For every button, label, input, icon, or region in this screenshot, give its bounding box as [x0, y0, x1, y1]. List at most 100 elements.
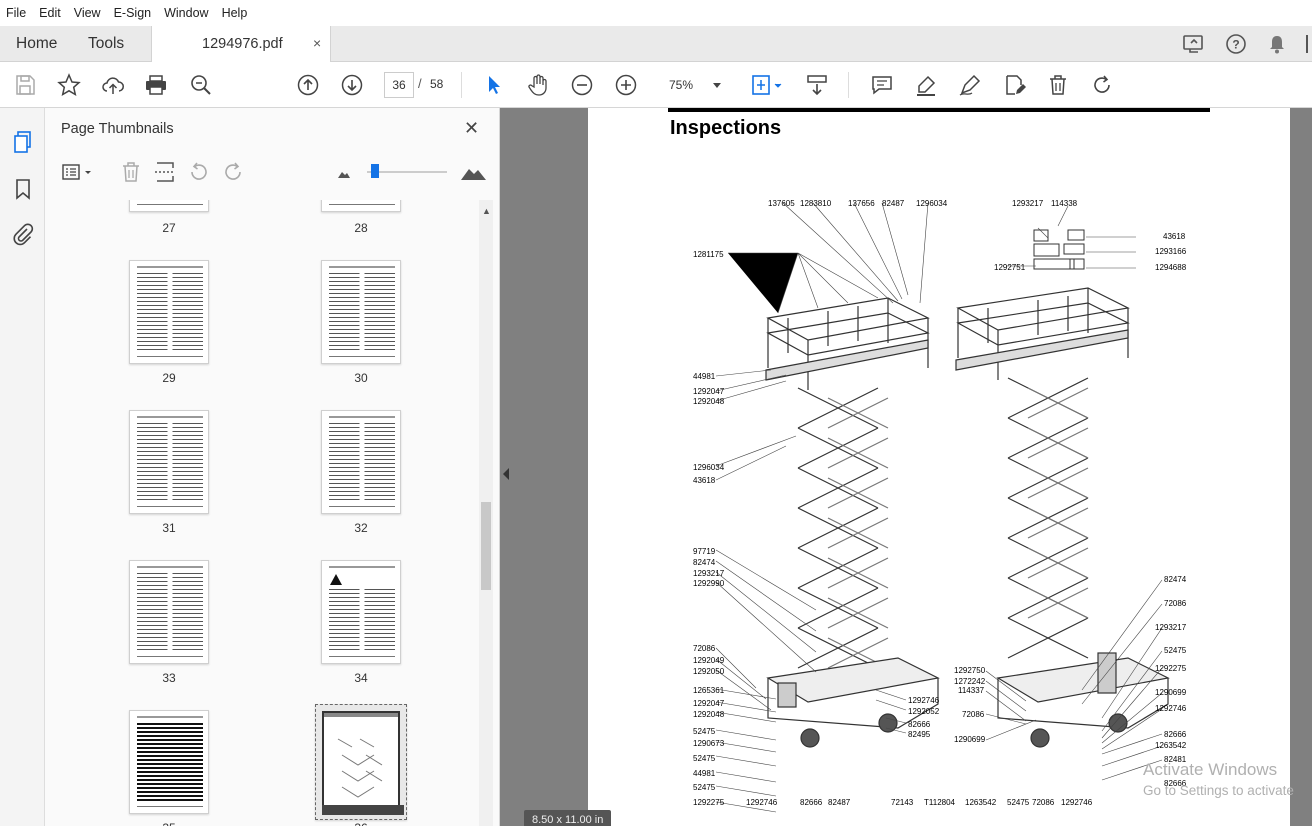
print-icon[interactable]	[144, 73, 168, 97]
thumbnail-scrollbar[interactable]: ▲	[479, 200, 493, 826]
page-heading: Inspections	[670, 117, 782, 139]
callout-label: 1293217	[693, 569, 725, 578]
document-tab-title: 1294976.pdf	[202, 36, 283, 52]
menu-window[interactable]: Window	[164, 6, 208, 20]
scrollbar-thumb[interactable]	[481, 502, 491, 590]
menu-view[interactable]: View	[74, 6, 101, 20]
sign-pen-icon[interactable]	[958, 73, 982, 97]
callout-label: 114338	[1051, 199, 1078, 208]
tab-tools[interactable]: Tools	[88, 35, 124, 53]
tab-document[interactable]: 1294976.pdf ×	[151, 26, 331, 63]
callout-label: 1292047	[693, 699, 725, 708]
tab-bar: Home Tools 1294976.pdf × ?	[0, 26, 1312, 63]
insert-page-icon[interactable]	[153, 160, 177, 184]
options-menu-icon[interactable]	[61, 160, 95, 184]
callout-label: 1292750	[954, 666, 986, 675]
help-icon[interactable]: ?	[1225, 33, 1247, 60]
page-thumbnail[interactable]	[321, 560, 401, 664]
zoom-search-icon[interactable]	[189, 73, 213, 97]
page-separator: /	[418, 76, 422, 91]
callout-label: 137656	[848, 199, 875, 208]
callout-label: 44981	[693, 372, 716, 381]
callout-label: 1293217	[1155, 623, 1187, 632]
previous-page-icon[interactable]	[296, 73, 320, 97]
rotate-right-icon[interactable]	[221, 160, 245, 184]
delete-trash-icon[interactable]	[1046, 73, 1070, 97]
current-page-input[interactable]: 36	[384, 72, 414, 98]
notifications-bell-icon[interactable]	[1267, 33, 1287, 60]
fit-page-icon[interactable]	[750, 73, 784, 97]
upload-cloud-icon[interactable]	[101, 73, 125, 97]
menu-edit[interactable]: Edit	[39, 6, 61, 20]
zoom-out-icon[interactable]	[570, 73, 594, 97]
close-panel-icon[interactable]: ✕	[464, 118, 479, 139]
callout-label: 52475	[693, 783, 716, 792]
scissor-lift-diagram: 137605 1283810 137656 82487 1296034 1293…	[693, 199, 1187, 813]
thumbnail-list: 27 28 29 30 31 32 33 34 35	[45, 200, 479, 826]
callout-label: 1292050	[693, 667, 725, 676]
page-thumbnail[interactable]	[129, 200, 209, 212]
page-thumbnail[interactable]	[129, 260, 209, 364]
zoom-level-select[interactable]: 75%	[663, 73, 727, 97]
bookmarks-icon[interactable]	[11, 177, 35, 201]
callout-label: 82487	[882, 199, 905, 208]
toolbar-divider	[461, 72, 462, 98]
large-thumbnails-icon[interactable]	[459, 160, 487, 184]
select-cursor-icon[interactable]	[482, 73, 506, 97]
page-thumbnail[interactable]	[129, 560, 209, 664]
scroll-mode-icon[interactable]	[805, 73, 829, 97]
callout-label: 43618	[693, 476, 716, 485]
document-view[interactable]: Inspections 137605 1283810 137656 82487 …	[500, 108, 1312, 826]
callout-label: 1292275	[1155, 664, 1187, 673]
highlight-pen-icon[interactable]	[914, 73, 938, 97]
page-thumbnail[interactable]	[321, 410, 401, 514]
thumbnail-size-slider[interactable]	[367, 160, 449, 184]
edit-document-icon[interactable]	[1002, 73, 1026, 97]
toolbar-divider	[848, 72, 849, 98]
thumbnail-page-number: 33	[162, 671, 176, 685]
callout-label: 82495	[908, 730, 931, 739]
page-thumbnail[interactable]	[129, 710, 209, 814]
thumbnail-toolbar	[45, 154, 500, 190]
callout-label: 72086	[1164, 599, 1187, 608]
callout-label: 1292746	[1155, 704, 1187, 713]
thumbnail-page-number: 32	[354, 521, 368, 535]
menu-help[interactable]: Help	[222, 6, 248, 20]
close-tab-icon[interactable]: ×	[313, 35, 321, 51]
comment-icon[interactable]	[870, 73, 894, 97]
page-thumbnail[interactable]	[129, 410, 209, 514]
delete-page-icon[interactable]	[119, 160, 143, 184]
thumbnail-page-number: 31	[162, 521, 176, 535]
thumbnail-page-number: 34	[354, 671, 368, 685]
thumbnail-page-number: 29	[162, 371, 176, 385]
hand-tool-icon[interactable]	[526, 73, 550, 97]
navigation-rail	[0, 108, 45, 826]
rotate-icon[interactable]	[1090, 73, 1114, 97]
scroll-up-icon[interactable]: ▲	[482, 206, 491, 216]
callout-label: 72143	[891, 798, 914, 807]
menu-file[interactable]: File	[6, 6, 26, 20]
thumbnail-page-number: 27	[162, 221, 176, 235]
page-size-indicator: 8.50 x 11.00 in	[524, 810, 612, 826]
page-thumbnail[interactable]	[321, 260, 401, 364]
collapse-panel-icon[interactable]	[503, 468, 509, 480]
rotate-left-icon[interactable]	[187, 160, 211, 184]
share-screen-icon[interactable]	[1182, 33, 1206, 60]
account-icon[interactable]	[1304, 35, 1312, 58]
small-thumbnails-icon[interactable]	[333, 160, 357, 184]
callout-label: 1283810	[800, 199, 832, 208]
page-thumbnail-selected[interactable]	[315, 704, 407, 820]
callout-label: 82666	[1164, 730, 1187, 739]
menu-esign[interactable]: E-Sign	[114, 6, 152, 20]
page-thumbnails-icon[interactable]	[11, 130, 35, 154]
attachments-paperclip-icon[interactable]	[11, 222, 35, 246]
page-thumbnail[interactable]	[321, 200, 401, 212]
tab-home[interactable]: Home	[16, 35, 57, 53]
zoom-in-icon[interactable]	[614, 73, 638, 97]
callout-label: 82666	[908, 720, 931, 729]
callout-label: 1292751	[994, 263, 1026, 272]
save-icon[interactable]	[13, 73, 37, 97]
next-page-icon[interactable]	[340, 73, 364, 97]
callout-label: 1294688	[1155, 263, 1187, 272]
bookmark-star-icon[interactable]	[57, 73, 81, 97]
